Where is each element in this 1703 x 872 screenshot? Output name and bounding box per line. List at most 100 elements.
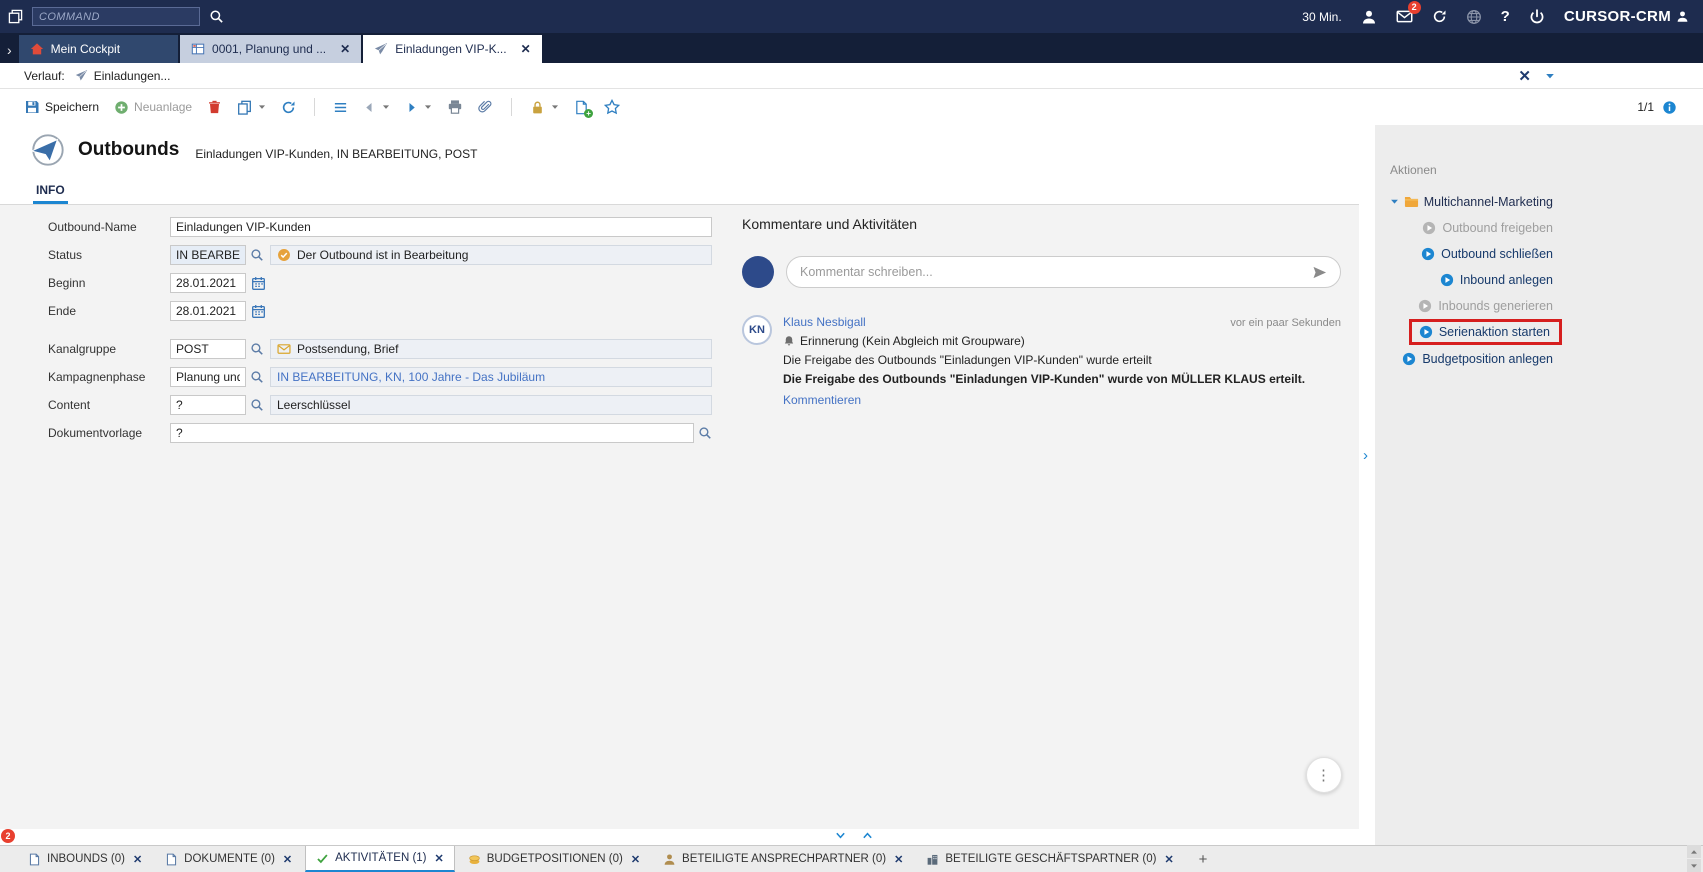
add-tab-button[interactable]: + xyxy=(1187,851,1220,868)
status-input[interactable] xyxy=(170,245,246,265)
forward-button[interactable] xyxy=(405,101,432,114)
more-options-button[interactable]: ⋮ xyxy=(1306,757,1342,793)
tab-label: Mein Cockpit xyxy=(51,42,120,56)
history-close-icon[interactable]: ✕ xyxy=(1518,67,1531,85)
tab-close-icon[interactable]: ✕ xyxy=(894,853,903,866)
author-link[interactable]: Klaus Nesbigall xyxy=(783,315,866,329)
add-relation-button[interactable]: + xyxy=(574,100,589,115)
favorite-button[interactable] xyxy=(604,99,620,115)
action-label: Outbound schließen xyxy=(1441,247,1553,261)
tab-close-icon[interactable]: ✕ xyxy=(631,853,640,866)
content-lookup-icon[interactable] xyxy=(250,398,264,412)
comments-title: Kommentare und Aktivitäten xyxy=(742,216,1341,232)
dokumentvorlage-input[interactable] xyxy=(170,423,694,443)
kanalgruppe-lookup-icon[interactable] xyxy=(250,342,264,356)
history-dropdown-icon[interactable] xyxy=(1545,71,1555,81)
comment-action-link[interactable]: Kommentieren xyxy=(783,393,861,407)
field-label: Kanalgruppe xyxy=(48,342,170,356)
app-window-icon[interactable] xyxy=(8,9,23,24)
user-icon[interactable] xyxy=(1361,9,1377,25)
lock-dropdown-icon xyxy=(551,103,559,111)
copy-button[interactable] xyxy=(237,100,266,115)
help-button[interactable]: ? xyxy=(1501,8,1510,25)
check-icon xyxy=(316,852,329,865)
info-icon[interactable] xyxy=(1662,100,1677,115)
globe-icon[interactable] xyxy=(1466,9,1482,25)
outbound-name-input[interactable] xyxy=(170,217,712,237)
tab-close-icon[interactable]: ✕ xyxy=(435,852,444,865)
field-kampagnenphase: Kampagnenphase IN BEARBEITUNG, KN, 100 J… xyxy=(48,366,712,388)
logout-icon[interactable] xyxy=(1529,9,1545,25)
detail-content: Outbound-Name Status Der Outbound ist in… xyxy=(0,205,1359,829)
tab-kampagne[interactable]: 0001, Planung und ... ✕ xyxy=(180,35,361,63)
toolbar-separator xyxy=(511,98,512,116)
scroll-up-icon[interactable] xyxy=(1687,845,1701,858)
ende-calendar-icon[interactable] xyxy=(251,304,266,319)
history-item[interactable]: Einladungen... xyxy=(75,69,171,83)
dokumentvorlage-lookup-icon[interactable] xyxy=(698,426,712,440)
action-group-multichannel[interactable]: Multichannel-Marketing xyxy=(1390,194,1553,209)
beginn-calendar-icon[interactable] xyxy=(251,276,266,291)
copy-dropdown-icon xyxy=(258,103,266,111)
lock-button[interactable] xyxy=(530,100,559,115)
status-lookup-icon[interactable] xyxy=(250,248,264,262)
content-input[interactable] xyxy=(170,395,246,415)
bottom-tab-aktivitaeten[interactable]: AKTIVITÄTEN (1) ✕ xyxy=(305,846,455,872)
tab-info[interactable]: INFO xyxy=(33,177,68,204)
action-outbound-freigeben[interactable]: Outbound freigeben xyxy=(1422,218,1553,237)
sync-icon[interactable] xyxy=(1432,9,1447,24)
send-icon[interactable] xyxy=(1312,265,1327,280)
field-label: Beginn xyxy=(48,276,170,290)
action-outbound-schliessen[interactable]: Outbound schließen xyxy=(1421,244,1553,263)
bottom-tab-budgetpositionen[interactable]: BUDGETPOSITIONEN (0) ✕ xyxy=(458,846,650,872)
field-label: Outbound-Name xyxy=(48,220,170,234)
tab-outbound-active[interactable]: Einladungen VIP-K... ✕ xyxy=(363,35,541,63)
sidebar-collapse-icon[interactable]: › xyxy=(1363,447,1368,464)
command-input[interactable] xyxy=(32,7,200,26)
bottom-tab-geschaeftspartner[interactable]: BETEILIGTE GESCHÄFTSPARTNER (0) ✕ xyxy=(916,846,1183,872)
folder-icon xyxy=(1404,194,1419,209)
tab-scroll-left-icon[interactable]: › xyxy=(2,42,19,63)
delete-button[interactable] xyxy=(207,99,222,115)
tab-close-icon[interactable]: ✕ xyxy=(283,853,292,866)
refresh-button[interactable] xyxy=(281,100,296,115)
bottom-tab-ansprechpartner[interactable]: BETEILIGTE ANSPRECHPARTNER (0) ✕ xyxy=(653,846,913,872)
action-serienaktion-starten[interactable]: Serienaktion starten xyxy=(1409,319,1562,345)
attachment-button[interactable] xyxy=(478,100,493,115)
scroll-down-icon[interactable] xyxy=(1687,859,1701,872)
bottom-tab-label: INBOUNDS (0) xyxy=(47,853,125,865)
tab-mein-cockpit[interactable]: Mein Cockpit xyxy=(19,35,178,63)
kampagnenphase-lookup-icon[interactable] xyxy=(250,370,264,384)
action-budgetposition-anlegen[interactable]: Budgetposition anlegen xyxy=(1402,349,1553,368)
print-button[interactable] xyxy=(447,99,463,115)
ende-date-input[interactable] xyxy=(170,301,246,321)
action-inbound-anlegen[interactable]: Inbound anlegen xyxy=(1440,270,1553,289)
new-record-button[interactable]: Neuanlage xyxy=(114,100,192,115)
tab-close-icon[interactable]: ✕ xyxy=(521,42,531,56)
collapse-up-icon[interactable] xyxy=(862,830,873,841)
forward-dropdown-icon xyxy=(424,103,432,111)
action-inbounds-generieren[interactable]: Inbounds generieren xyxy=(1418,296,1553,315)
save-button[interactable]: Speichern xyxy=(24,99,99,115)
kanalgruppe-input[interactable] xyxy=(170,339,246,359)
actions-title: Aktionen xyxy=(1390,163,1437,177)
mail-icon[interactable]: 2 xyxy=(1396,8,1413,25)
collapse-down-icon[interactable] xyxy=(835,830,846,841)
new-label: Neuanlage xyxy=(134,100,192,114)
beginn-date-input[interactable] xyxy=(170,273,246,293)
tab-close-icon[interactable]: ✕ xyxy=(133,853,142,866)
kampagnenphase-link[interactable]: IN BEARBEITUNG, KN, 100 Jahre - Das Jubi… xyxy=(270,367,712,387)
kampagnenphase-input[interactable] xyxy=(170,367,246,387)
caret-down-icon[interactable] xyxy=(1390,197,1399,206)
field-dokumentvorlage: Dokumentvorlage xyxy=(48,422,712,444)
tab-close-icon[interactable]: ✕ xyxy=(340,42,350,56)
kanalgruppe-display: Postsendung, Brief xyxy=(270,339,712,359)
menu-button[interactable] xyxy=(333,100,348,115)
search-icon[interactable] xyxy=(209,9,224,24)
person-icon xyxy=(663,853,676,866)
back-button[interactable] xyxy=(363,101,390,114)
comment-input[interactable] xyxy=(800,265,1312,279)
bottom-tab-inbounds[interactable]: INBOUNDS (0) ✕ xyxy=(18,846,152,872)
bottom-tab-dokumente[interactable]: DOKUMENTE (0) ✕ xyxy=(155,846,302,872)
tab-close-icon[interactable]: ✕ xyxy=(1164,853,1173,866)
